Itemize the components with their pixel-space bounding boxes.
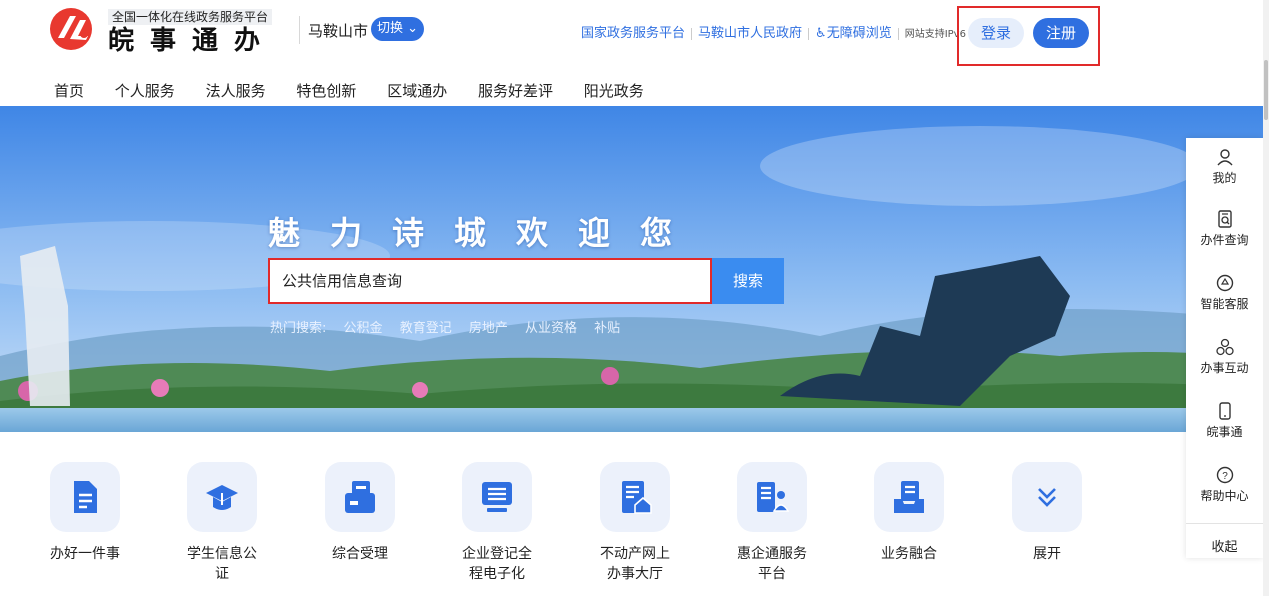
service-tile-icon-bg: [737, 462, 807, 532]
file-icon: [74, 481, 97, 513]
hot-search-link[interactable]: 从业资格: [525, 321, 577, 336]
id-card-icon: [345, 481, 375, 513]
anhui-logo-icon[interactable]: [48, 6, 100, 52]
divider: [1186, 523, 1263, 524]
hot-search-link[interactable]: 补贴: [594, 321, 620, 336]
service-tile-label: 学生信息公证: [187, 546, 257, 582]
service-tile-icon-bg: [462, 462, 532, 532]
service-tile-label: 惠企通服务平台: [737, 546, 807, 582]
scrollbar-thumb[interactable]: [1264, 60, 1268, 120]
enterprise-service-icon: [757, 482, 790, 512]
sidebar-item-label: 我的: [1212, 171, 1237, 185]
service-tile-comprehensive[interactable]: 综合受理: [305, 462, 415, 564]
nav-regional-services[interactable]: 区域通办: [387, 82, 447, 100]
help-icon: ?: [1216, 466, 1233, 484]
sidebar-item-label: 办事互动: [1200, 361, 1249, 375]
svg-text:?: ?: [1222, 471, 1228, 482]
service-tile-one-thing[interactable]: 办好一件事: [30, 462, 140, 564]
divider: [897, 27, 899, 40]
chevron-double-down-icon: [1038, 488, 1056, 507]
service-tile-real-estate[interactable]: 不动产网上办事大厅: [580, 462, 690, 584]
top-links: 国家政务服务平台 马鞍山市人民政府 ♿无障碍浏览 网站支持IPv6: [581, 22, 966, 41]
hot-search-link[interactable]: 教育登记: [400, 321, 452, 336]
user-icon: [1216, 149, 1233, 166]
search-box[interactable]: [268, 258, 712, 304]
link-national-platform[interactable]: 国家政务服务平台: [581, 26, 685, 41]
service-tile-student-info[interactable]: 学生信息公证: [167, 462, 277, 584]
interaction-icon: [1215, 338, 1234, 356]
service-tile-enterprise-platform[interactable]: 惠企通服务平台: [717, 462, 827, 584]
divider: [808, 27, 810, 40]
nav-featured-innovation[interactable]: 特色创新: [296, 82, 356, 100]
house-document-icon: [622, 481, 652, 514]
divider: [299, 16, 300, 44]
inbox-list-icon: [894, 481, 924, 513]
accessibility-link[interactable]: ♿无障碍浏览: [815, 26, 892, 41]
expand-services-button[interactable]: 展开: [992, 462, 1102, 564]
sidebar-collapse-button[interactable]: 收起: [1186, 536, 1263, 555]
page-scrollbar[interactable]: [1263, 0, 1269, 596]
service-tile-icon-bg: [325, 462, 395, 532]
service-tile-icon-bg: [1012, 462, 1082, 532]
sidebar-item-label: 帮助中心: [1200, 489, 1249, 503]
sidebar-item-help-center[interactable]: ? 帮助中心: [1186, 466, 1263, 504]
graduation-cap-icon: [206, 485, 238, 510]
nav-corporate-services[interactable]: 法人服务: [206, 82, 266, 100]
hero-title: 魅力诗城欢迎您: [268, 214, 703, 252]
floating-sidebar: 我的 办件查询 智能客服 办事互动 皖事通 ? 帮助中心 收起: [1186, 138, 1263, 558]
service-tile-label: 业务融合: [881, 546, 937, 562]
service-tile-enterprise-registration[interactable]: 企业登记全程电子化: [442, 462, 552, 584]
top-bar: 全国一体化在线政务服务平台 皖事通办 马鞍山市 切换 ⌄ 国家政务服务平台 马鞍山…: [0, 0, 1269, 70]
robot-icon: [1216, 274, 1233, 292]
nav-transparent-government[interactable]: 阳光政务: [584, 82, 644, 100]
phone-icon: [1218, 402, 1231, 420]
hot-search-link[interactable]: 房地产: [469, 321, 508, 336]
service-tile-label: 办好一件事: [50, 546, 120, 562]
city-switch-label: 切换: [377, 21, 404, 36]
service-tile-icon-bg: [600, 462, 670, 532]
nav-service-evaluation[interactable]: 服务好差评: [478, 82, 553, 100]
login-button[interactable]: 登录: [968, 18, 1024, 48]
sidebar-item-mine[interactable]: 我的: [1186, 148, 1263, 186]
current-city: 马鞍山市: [308, 22, 369, 40]
service-tile-label: 不动产网上办事大厅: [600, 546, 670, 582]
city-switch-button[interactable]: 切换 ⌄: [371, 17, 425, 41]
search-input[interactable]: [282, 271, 682, 289]
sidebar-item-label: 办件查询: [1200, 233, 1249, 247]
service-tile-label: 展开: [1033, 546, 1061, 562]
divider: [691, 27, 693, 40]
search-button[interactable]: 搜索: [712, 258, 784, 304]
register-button[interactable]: 注册: [1033, 18, 1089, 48]
hot-search-label: 热门搜索:: [270, 321, 327, 336]
service-tile-business-integration[interactable]: 业务融合: [854, 462, 964, 564]
service-tile-label: 综合受理: [332, 546, 388, 562]
service-tile-icon-bg: [874, 462, 944, 532]
nav-personal-services[interactable]: 个人服务: [115, 82, 175, 100]
sidebar-item-smart-service[interactable]: 智能客服: [1186, 274, 1263, 312]
brand-name: 皖事通办: [108, 26, 277, 56]
chevron-down-icon: ⌄: [407, 21, 419, 36]
sidebar-item-interaction[interactable]: 办事互动: [1186, 338, 1263, 376]
brand-subtitle: 全国一体化在线政务服务平台: [108, 9, 273, 25]
service-tiles: 办好一件事 学生信息公证 综合受理 企业登记全程电子化 不动产网上办事大厅 惠企…: [0, 462, 1180, 596]
computer-icon: [482, 482, 512, 512]
accessibility-label: 无障碍浏览: [826, 26, 892, 41]
document-search-icon: [1217, 210, 1232, 228]
service-tile-icon-bg: [50, 462, 120, 532]
link-city-government[interactable]: 马鞍山市人民政府: [698, 26, 802, 41]
service-tile-icon-bg: [187, 462, 257, 532]
hot-search-link[interactable]: 公积金: [344, 321, 383, 336]
sidebar-item-label: 智能客服: [1200, 297, 1249, 311]
sidebar-item-label: 皖事通: [1206, 425, 1243, 439]
sidebar-item-wanshitong[interactable]: 皖事通: [1186, 402, 1263, 440]
wheelchair-icon: ♿: [815, 26, 827, 41]
sidebar-item-case-query[interactable]: 办件查询: [1186, 210, 1263, 248]
service-tile-label: 企业登记全程电子化: [462, 546, 532, 582]
main-nav: 首页 个人服务 法人服务 特色创新 区域通办 服务好差评 阳光政务: [54, 80, 670, 100]
nav-home[interactable]: 首页: [54, 82, 84, 100]
hot-searches: 热门搜索: 公积金 教育登记 房地产 从业资格 补贴: [270, 317, 633, 336]
